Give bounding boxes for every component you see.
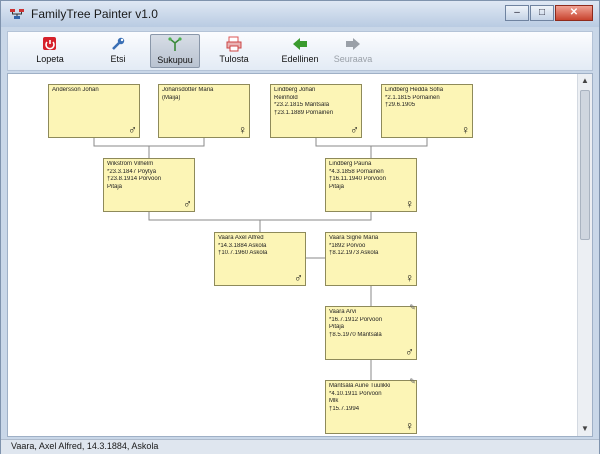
person-death: †8.12.1973 Askola	[329, 250, 379, 256]
person-card-johansdotter-maria[interactable]: Johansdotter Maria (Maija) ♀	[158, 84, 250, 138]
person-name: Vaara Axel Alfred	[218, 235, 264, 241]
next-label: Seuraava	[333, 54, 373, 64]
person-name: Wikström Vilhelm	[107, 161, 154, 167]
person-card-lindberg-pauna[interactable]: Lindberg Pauna *4.3.1858 Pornainen †16.1…	[325, 158, 417, 212]
edit-icon[interactable]: ✎	[409, 304, 416, 312]
scroll-thumb[interactable]	[580, 90, 590, 240]
person-card-andersson-johan[interactable]: Andersson Johan ♂	[48, 84, 140, 138]
person-death: †23.8.1914 Porvoon	[107, 176, 162, 182]
previous-button[interactable]: Edellinen	[280, 34, 320, 68]
female-icon: ♀	[238, 123, 247, 137]
maximize-button[interactable]: □	[530, 5, 554, 21]
person-name: Vaara Arvi	[329, 309, 357, 315]
person-card-lindberg-hedda[interactable]: Lindberg Hedda Sofia *2.1.1815 Pornainen…	[381, 84, 473, 138]
person-birth: *23.3.1847 Pöytyä	[107, 168, 157, 175]
person-card-mantsala-aune[interactable]: ✎ Mäntsälä Aune Tuulikki *4.10.1911 Porv…	[325, 378, 417, 434]
female-icon: ♀	[461, 123, 470, 137]
family-tree-canvas[interactable]: Andersson Johan ♂ Johansdotter Maria (Ma…	[7, 73, 593, 437]
status-text: Vaara, Axel Alfred, 14.3.1884, Askola	[11, 441, 159, 451]
person-card-lindberg-johan[interactable]: Lindberg Johan Reinhold *23.2.1815 Mänts…	[270, 84, 362, 138]
next-button[interactable]: Seuraava	[328, 34, 378, 68]
male-icon: ♂	[183, 197, 192, 211]
person-card-vaara-axel[interactable]: Vaara Axel Alfred *14.3.1884 Askola †10.…	[214, 232, 306, 286]
quit-button[interactable]: Lopeta	[30, 34, 70, 68]
male-icon: ♂	[405, 345, 414, 359]
scroll-down-icon[interactable]: ▼	[578, 422, 592, 436]
person-place: Pitäjä	[329, 324, 345, 330]
edit-icon[interactable]: ✎	[409, 378, 416, 386]
previous-label: Edellinen	[281, 54, 319, 64]
person-place: Mlk	[329, 398, 339, 404]
male-icon: ♂	[294, 271, 303, 285]
person-card-wikstrom-vilhelm[interactable]: Wikström Vilhelm *23.3.1847 Pöytyä †23.8…	[103, 158, 195, 212]
minimize-button[interactable]: –	[505, 5, 529, 21]
person-death: †23.1.1889 Pornainen	[274, 109, 334, 116]
search-button[interactable]: Etsi	[100, 34, 136, 68]
person-name: Lindberg Johan	[274, 87, 316, 93]
close-button[interactable]: ✕	[555, 5, 593, 21]
person-death: †29.6.1905	[385, 102, 416, 108]
wrench-icon	[112, 37, 125, 50]
person-death: †8.5.1970 Mäntsälä	[329, 331, 382, 338]
family-tree-label: Sukupuu	[157, 55, 193, 65]
family-tree-button[interactable]: Sukupuu	[150, 34, 200, 68]
title-bar[interactable]: FamilyTree Painter v1.0 – □ ✕	[1, 1, 599, 27]
print-button[interactable]: Tulosta	[214, 34, 254, 68]
person-birth: *4.10.1911 Porvoon	[329, 390, 382, 397]
person-name: Vaara Signe Maria	[329, 235, 379, 241]
person-birth: *4.3.1858 Pornainen	[329, 168, 384, 175]
person-name: Mäntsälä Aune Tuulikki	[329, 383, 391, 389]
app-window: FamilyTree Painter v1.0 – □ ✕ Lopeta Ets…	[0, 0, 600, 454]
person-place: Pitäjä	[107, 183, 123, 190]
person-name: Lindberg Pauna	[329, 161, 372, 167]
print-label: Tulosta	[219, 54, 249, 64]
exit-icon	[43, 37, 56, 50]
tree-app-icon	[10, 9, 24, 19]
person-card-vaara-arvi[interactable]: ✎ Vaara Arvi *16.7.1912 Porvoon Pitäjä †…	[325, 304, 417, 360]
person-detail: Reinhold	[274, 94, 298, 101]
person-name: Johansdotter Maria	[162, 87, 214, 93]
person-death: †15.7.1994	[329, 405, 360, 412]
person-place: Pitäjä	[329, 183, 345, 190]
search-label: Etsi	[110, 54, 126, 64]
person-birth: *2.1.1815 Pornainen	[385, 94, 440, 101]
person-death: †16.11.1940 Porvoon	[329, 176, 386, 182]
person-birth: *23.2.1815 Mäntsälä	[274, 102, 330, 108]
person-name: Lindberg Hedda Sofia	[385, 87, 444, 93]
female-icon: ♀	[405, 197, 414, 211]
person-birth: *1892 Porvoo	[329, 242, 366, 249]
person-birth: *16.7.1912 Porvoon	[329, 316, 383, 323]
vertical-scrollbar[interactable]: ▲ ▼	[577, 74, 592, 436]
person-detail: (Maija)	[162, 94, 181, 101]
person-card-vaara-signe[interactable]: Vaara Signe Maria *1892 Porvoo †8.12.197…	[325, 232, 417, 286]
toolbar: Lopeta Etsi Sukupuu Tulosta Edellinen Se…	[7, 31, 593, 71]
person-death: †10.7.1960 Askola	[218, 250, 268, 256]
male-icon: ♂	[128, 123, 137, 137]
female-icon: ♀	[405, 271, 414, 285]
status-bar: Vaara, Axel Alfred, 14.3.1884, Askola	[1, 439, 599, 454]
person-birth: *14.3.1884 Askola	[218, 242, 267, 249]
scroll-up-icon[interactable]: ▲	[578, 74, 592, 88]
female-icon: ♀	[405, 419, 414, 433]
quit-label: Lopeta	[36, 54, 64, 64]
person-name: Andersson Johan	[52, 87, 99, 93]
male-icon: ♂	[350, 123, 359, 137]
arrow-left-icon	[293, 38, 307, 50]
window-controls: – □ ✕	[504, 5, 593, 23]
window-title: FamilyTree Painter v1.0	[31, 7, 158, 21]
print-icon	[226, 36, 242, 52]
family-tree-icon	[168, 37, 182, 51]
arrow-right-icon	[346, 38, 360, 50]
